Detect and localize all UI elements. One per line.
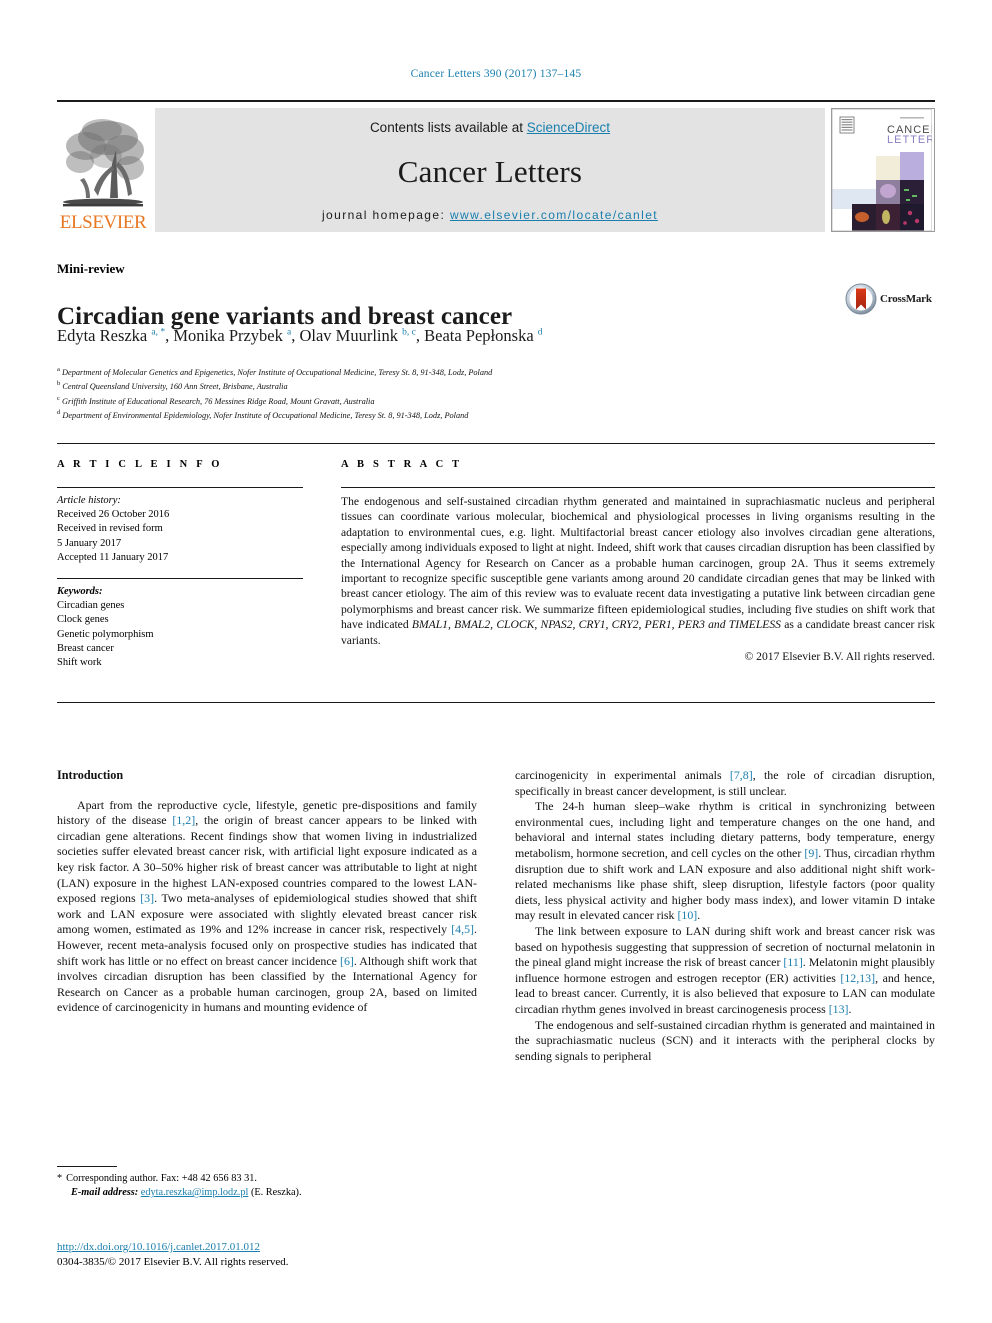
journal-masthead: ELSEVIER Contents lists available at Sci… (57, 100, 935, 232)
masthead-top-rule (57, 100, 935, 102)
issn-copyright-line: 0304-3835/© 2017 Elsevier B.V. All right… (57, 1255, 289, 1268)
keyword-item: Circadian genes (57, 600, 125, 612)
affiliation-text: Department of Molecular Genetics and Epi… (62, 367, 493, 377)
affiliation-item: c Griffith Institute of Educational Rese… (57, 393, 492, 407)
left-column-paragraphs: Apart from the reproductive cycle, lifes… (57, 798, 477, 1016)
affiliation-marker: b (57, 380, 61, 388)
keyword-item: Shift work (57, 657, 102, 669)
history-item: Accepted 11 January 2017 (57, 551, 169, 563)
abstract-rule (341, 487, 935, 488)
keyword-item: Genetic polymorphism (57, 628, 154, 640)
crossmark-icon (845, 283, 877, 315)
article-info-heading: A R T I C L E I N F O (57, 459, 223, 470)
body-paragraph: Apart from the reproductive cycle, lifes… (57, 798, 477, 1016)
page-footer: http://dx.doi.org/10.1016/j.canlet.2017.… (57, 1240, 557, 1269)
citation-reference[interactable]: [6] (340, 954, 354, 968)
citation-reference[interactable]: [9] (804, 846, 818, 860)
footnote-corresponding-text: Corresponding author. Fax: +48 42 656 83… (66, 1173, 258, 1184)
body-paragraph: carcinogenicity in experimental animals … (515, 768, 935, 799)
history-item: Received 26 October 2016 (57, 509, 170, 521)
crossmark-label: CrossMark (880, 293, 932, 305)
crossmark-badge[interactable]: CrossMark (845, 282, 941, 316)
history-item: Received in revised form (57, 523, 163, 535)
keywords-label: Keywords: (57, 586, 103, 597)
history-item: 5 January 2017 (57, 537, 122, 549)
citation-reference[interactable]: [4,5] (451, 922, 474, 936)
article-history: Article history: Received 26 October 201… (57, 494, 303, 565)
abstract-gene-list: BMAL1, BMAL2, CLOCK, NPAS2, CRY1, CRY2, … (411, 618, 781, 632)
article-history-label: Article history: (57, 495, 121, 506)
elsevier-logo: ELSEVIER (57, 108, 149, 232)
paragraph-text: . (697, 908, 701, 923)
paragraph-text: carcinogenicity in experimental animals (515, 768, 730, 782)
citation-reference[interactable]: [13] (829, 1002, 849, 1016)
email-owner-text: (E. Reszka). (250, 1187, 302, 1198)
affiliation-marker: a (57, 366, 60, 373)
affiliation-item: a Department of Molecular Genetics and E… (57, 364, 492, 378)
affiliation-marker: d (57, 408, 61, 416)
footnote-rule (57, 1166, 117, 1167)
journal-cover-thumbnail[interactable]: CANCER LETTERS (831, 108, 935, 232)
citation-reference[interactable]: [1,2] (172, 813, 195, 827)
contents-prefix: Contents lists available at (369, 120, 527, 135)
body-paragraph: The link between exposure to LAN during … (515, 924, 935, 1018)
running-head: Cancer Letters 390 (2017) 137–145 (410, 68, 582, 80)
citation-reference[interactable]: [3] (140, 891, 154, 905)
elsevier-tree-icon (63, 119, 144, 207)
info-section-top-rule (57, 443, 935, 444)
journal-homepage-line: journal homepage: www.elsevier.com/locat… (322, 208, 658, 222)
paragraph-text: The endogenous and self-sustained circad… (515, 1017, 935, 1063)
affiliation-item: d Department of Environmental Epidemiolo… (57, 407, 492, 421)
journal-band: Contents lists available at ScienceDirec… (155, 108, 825, 232)
journal-article-page: Cancer Letters 390 (2017) 137–145 ELSEVI… (0, 0, 992, 1323)
citation-reference[interactable]: [11] (783, 955, 802, 969)
affiliation-text: Department of Environmental Epidemiology… (62, 410, 469, 420)
abstract-main-text: The endogenous and self-sustained circad… (341, 495, 935, 632)
keyword-item: Breast cancer (57, 642, 114, 654)
abstract-heading: A B S T R A C T (341, 459, 463, 470)
affiliation-marker: c (57, 394, 60, 402)
email-address-label: E-mail address: (71, 1187, 139, 1198)
article-info-rule (57, 487, 303, 488)
footnote-line-2: E-mail address: edyta.reszka@imp.lodz.pl… (57, 1186, 477, 1200)
journal-homepage-link[interactable]: www.elsevier.com/locate/canlet (450, 208, 658, 222)
elsevier-wordmark: ELSEVIER (59, 212, 147, 233)
body-column-left: Introduction Apart from the reproductive… (57, 768, 477, 1016)
abstract-text: The endogenous and self-sustained circad… (341, 494, 935, 664)
homepage-label: journal homepage: (321, 208, 450, 222)
body-paragraph: The endogenous and self-sustained circad… (515, 1018, 935, 1065)
journal-title: Cancer Letters (397, 153, 583, 189)
section-heading-introduction: Introduction (57, 768, 124, 782)
body-paragraph: The 24-h human sleep–wake rhythm is crit… (515, 799, 935, 924)
author-list: Edyta Reszka a, *, Monika Przybek a, Ola… (57, 326, 543, 345)
keyword-item: Clock genes (57, 614, 109, 626)
article-type-label: Mini-review (57, 261, 125, 276)
footnote-star-marker: * (57, 1173, 63, 1184)
contents-available-line: Contents lists available at ScienceDirec… (370, 120, 610, 135)
paragraph-text: . (848, 1001, 852, 1016)
citation-reference[interactable]: [10] (677, 908, 697, 922)
keywords-list: Keywords: Circadian genes Clock genes Ge… (57, 585, 303, 670)
cover-artwork: CANCER LETTERS (832, 109, 934, 231)
corresponding-author-footnote: * Corresponding author. Fax: +48 42 656 8… (57, 1172, 477, 1200)
abstract-bottom-rule (57, 702, 935, 703)
citation-reference[interactable]: [7,8] (730, 768, 753, 782)
right-column-paragraphs: carcinogenicity in experimental animals … (515, 768, 935, 1064)
sciencedirect-link[interactable]: ScienceDirect (527, 120, 610, 135)
affiliation-item: b Central Queensland University, 160 Ann… (57, 378, 492, 392)
keywords-rule (57, 578, 303, 579)
citation-reference[interactable]: [12,13] (840, 971, 875, 985)
affiliation-text: Central Queensland University, 160 Ann S… (62, 382, 288, 392)
affiliation-text: Griffith Institute of Educational Resear… (62, 396, 375, 406)
svg-text:LETTERS: LETTERS (887, 134, 932, 146)
affiliation-list: a Department of Molecular Genetics and E… (57, 364, 492, 421)
body-column-right: carcinogenicity in experimental animals … (515, 768, 935, 1064)
footnote-line-1: * Corresponding author. Fax: +48 42 656 8… (57, 1172, 477, 1186)
corresponding-author-email-link[interactable]: edyta.reszka@imp.lodz.pl (141, 1187, 249, 1198)
doi-link[interactable]: http://dx.doi.org/10.1016/j.canlet.2017.… (57, 1241, 260, 1253)
abstract-copyright: © 2017 Elsevier B.V. All rights reserved… (744, 650, 935, 664)
